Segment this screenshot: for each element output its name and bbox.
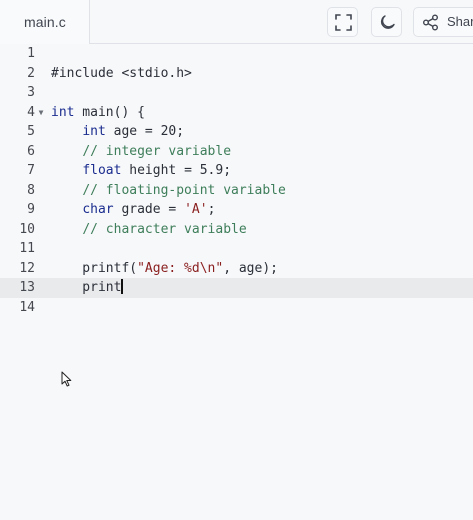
code-line[interactable]: 4 ▼ int main() { <box>0 103 473 123</box>
code-token: height = 5.9; <box>121 163 232 178</box>
code-token: 'A' <box>184 202 208 217</box>
code-line[interactable]: 1 <box>0 44 473 64</box>
code-token: int <box>51 104 75 120</box>
line-number: 14 <box>19 299 35 315</box>
code-token: printf( <box>51 260 138 276</box>
code-line[interactable]: 3 <box>0 83 473 103</box>
line-number: 9 <box>27 202 35 217</box>
code-token: // integer variable <box>82 143 232 159</box>
code-line[interactable]: 8 // floating-point variable <box>0 181 473 201</box>
code-token: // character variable <box>82 221 247 237</box>
code-text: int age = 20; <box>51 122 184 142</box>
fold-arrow-icon[interactable]: ▼ <box>36 103 46 123</box>
code-line[interactable]: 12 printf("Age: %d\n", age); <box>0 259 473 279</box>
line-number: 12 <box>19 260 35 276</box>
moon-icon <box>380 15 395 29</box>
code-token: char <box>82 202 114 217</box>
share-icon <box>423 14 438 31</box>
code-text: char grade = 'A'; <box>51 200 215 220</box>
code-editor: main.c Share 12#include <stdio.h>34▼int … <box>0 0 473 520</box>
line-number: 7 <box>27 163 35 178</box>
line-number: 3 <box>27 85 35 100</box>
code-token: #include <stdio.h> <box>51 65 192 81</box>
code-token: "Age: %d\n" <box>137 260 224 276</box>
fullscreen-icon <box>335 14 352 31</box>
code-token: int <box>82 124 106 139</box>
share-button[interactable]: Share <box>413 7 473 37</box>
code-token: main() { <box>74 104 145 120</box>
code-line[interactable]: 6 // integer variable <box>0 142 473 162</box>
line-number: 6 <box>27 143 35 159</box>
mouse-pointer-icon <box>61 371 72 387</box>
code-line[interactable]: 7 float height = 5.9; <box>0 161 473 181</box>
line-number: 1 <box>27 46 35 61</box>
file-tab-main-c[interactable]: main.c <box>0 0 90 44</box>
code-text: float height = 5.9; <box>51 161 231 181</box>
code-token: print <box>51 280 122 295</box>
text-caret <box>121 279 123 294</box>
code-token: float <box>82 163 122 178</box>
line-number: 4 <box>27 104 35 120</box>
code-line[interactable]: 9 char grade = 'A'; <box>0 200 473 220</box>
code-token: ; <box>207 202 216 217</box>
fullscreen-button[interactable] <box>327 7 358 37</box>
code-line[interactable]: 5 int age = 20; <box>0 122 473 142</box>
code-text: // floating-point variable <box>51 181 286 201</box>
code-token: grade = <box>113 202 185 217</box>
code-line[interactable]: 11 <box>0 239 473 259</box>
line-number: 11 <box>19 241 35 256</box>
code-text: printf("Age: %d\n", age); <box>51 259 278 279</box>
line-number: 8 <box>27 182 35 198</box>
code-text: // character variable <box>51 220 247 240</box>
line-number: 13 <box>19 280 35 295</box>
code-text: print <box>51 278 123 298</box>
share-label: Share <box>447 14 473 29</box>
editor-toolbar: main.c Share <box>0 0 473 44</box>
line-number: 5 <box>27 124 35 139</box>
file-tab-label: main.c <box>24 14 66 30</box>
line-number: 2 <box>27 65 35 81</box>
code-text: // integer variable <box>51 142 231 162</box>
code-line[interactable]: 2 #include <stdio.h> <box>0 64 473 84</box>
theme-toggle-button[interactable] <box>371 7 402 37</box>
code-area[interactable]: 1 2 #include <stdio.h> 3 4 ▼ int main() {5 int… <box>0 44 473 520</box>
line-number: 10 <box>19 221 35 237</box>
code-text: int main() { <box>51 103 145 123</box>
code-line[interactable]: 10 // character variable <box>0 220 473 240</box>
code-line[interactable]: 13 print <box>0 278 473 298</box>
code-token: // floating-point variable <box>82 182 286 198</box>
code-token: , age); <box>223 260 278 276</box>
code-line[interactable]: 14 <box>0 298 473 318</box>
code-token: age = 20; <box>105 124 185 139</box>
code-text: #include <stdio.h> <box>51 64 192 84</box>
